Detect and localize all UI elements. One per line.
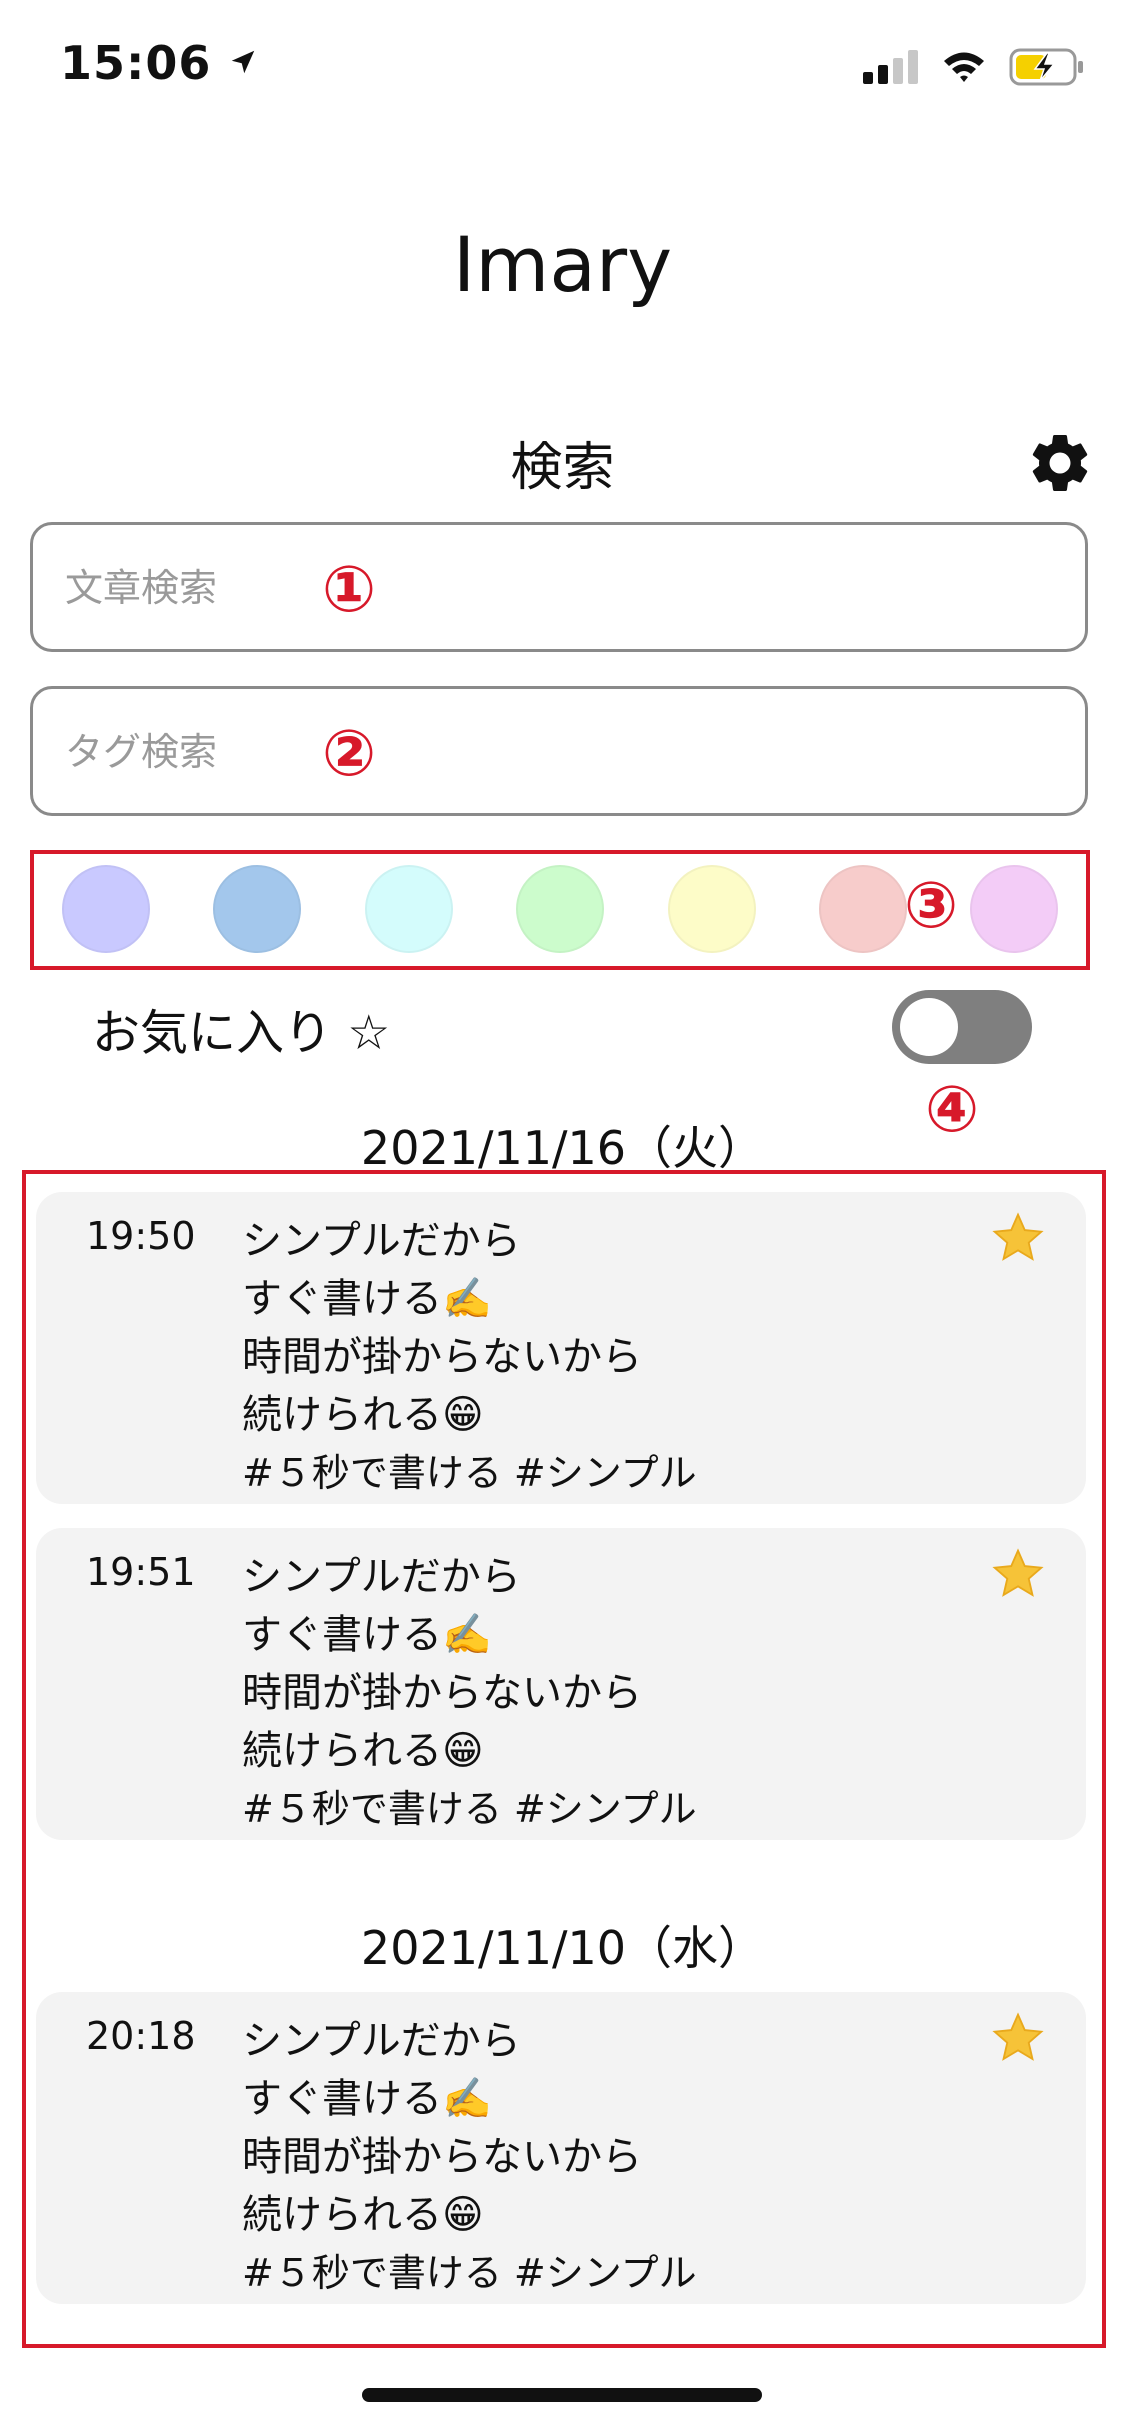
entry-body: シンプルだから すぐ書ける✍️ 時間が掛からないから 続けられる😁 #５秒で書け… xyxy=(242,2012,697,2302)
entry-tags: #５秒で書ける #シンプル xyxy=(242,1451,697,1495)
entry-line: すぐ書ける✍️ xyxy=(242,1276,492,1322)
entry-tags: #５秒で書ける #シンプル xyxy=(242,2251,697,2295)
entry-line: 続けられる😁 xyxy=(242,1728,484,1774)
color-filter-red[interactable] xyxy=(819,865,907,953)
gear-icon xyxy=(1032,434,1088,491)
callout-1: ① xyxy=(322,553,377,627)
toggle-knob xyxy=(900,998,958,1056)
entry-line: 時間が掛からないから xyxy=(242,1670,642,1716)
favorites-toggle[interactable] xyxy=(892,990,1032,1064)
entry-tags: #５秒で書ける #シンプル xyxy=(242,1787,697,1831)
diary-entry-card[interactable]: 19:51 シンプルだから すぐ書ける✍️ 時間が掛からないから 続けられる😁 … xyxy=(36,1528,1086,1840)
entry-line: すぐ書ける✍️ xyxy=(242,1612,492,1658)
callout-2: ② xyxy=(322,717,377,791)
wifi-icon xyxy=(944,52,984,82)
color-filter-cyan[interactable] xyxy=(365,865,453,953)
entry-line: シンプルだから xyxy=(242,1554,521,1600)
status-indicators xyxy=(863,48,1085,86)
text-search-field[interactable] xyxy=(30,522,1088,652)
star-icon[interactable] xyxy=(990,1546,1046,1602)
entry-time: 19:50 xyxy=(86,1214,196,1258)
status-time: 15:06 xyxy=(60,36,258,90)
cellular-signal-icon xyxy=(863,50,918,84)
color-filter-pink[interactable] xyxy=(970,865,1058,953)
entry-line: シンプルだから xyxy=(242,2018,521,2064)
text-search-input[interactable] xyxy=(63,525,967,651)
app-title: Imary xyxy=(452,220,673,309)
color-filter-purple[interactable] xyxy=(62,865,150,953)
entry-line: 時間が掛からないから xyxy=(242,1334,642,1380)
battery-charging-icon xyxy=(1009,48,1083,86)
entry-line: 続けられる😁 xyxy=(242,2192,484,2238)
settings-button[interactable] xyxy=(1025,428,1095,498)
star-icon[interactable] xyxy=(990,1210,1046,1266)
entry-line: 時間が掛からないから xyxy=(242,2134,642,2180)
entry-time: 20:18 xyxy=(86,2014,196,2058)
search-heading: 検索 xyxy=(510,438,615,498)
entry-line: すぐ書ける✍️ xyxy=(242,2076,492,2122)
tag-search-input[interactable] xyxy=(63,689,967,815)
date-header: 2021/11/10（水） xyxy=(360,1921,765,1975)
favorites-label: お気に入り ☆ xyxy=(92,1005,391,1061)
callout-3: ③ xyxy=(904,869,959,943)
home-indicator[interactable] xyxy=(362,2388,762,2402)
color-filter-green[interactable] xyxy=(516,865,604,953)
entry-line: 続けられる😁 xyxy=(242,1392,484,1438)
entry-body: シンプルだから すぐ書ける✍️ 時間が掛からないから 続けられる😁 #５秒で書け… xyxy=(242,1548,697,1838)
entry-line: シンプルだから xyxy=(242,1218,521,1264)
color-filter-blue[interactable] xyxy=(213,865,301,953)
color-filter-yellow[interactable] xyxy=(668,865,756,953)
location-arrow-icon xyxy=(232,50,255,74)
diary-entry-card[interactable]: 19:50 シンプルだから すぐ書ける✍️ 時間が掛からないから 続けられる😁 … xyxy=(36,1192,1086,1504)
date-header: 2021/11/16（火） xyxy=(360,1121,765,1175)
star-icon[interactable] xyxy=(990,2010,1046,2066)
diary-entry-card[interactable]: 20:18 シンプルだから すぐ書ける✍️ 時間が掛からないから 続けられる😁 … xyxy=(36,1992,1086,2304)
entry-body: シンプルだから すぐ書ける✍️ 時間が掛からないから 続けられる😁 #５秒で書け… xyxy=(242,1212,697,1502)
tag-search-field[interactable] xyxy=(30,686,1088,816)
entry-time: 19:51 xyxy=(86,1550,196,1594)
